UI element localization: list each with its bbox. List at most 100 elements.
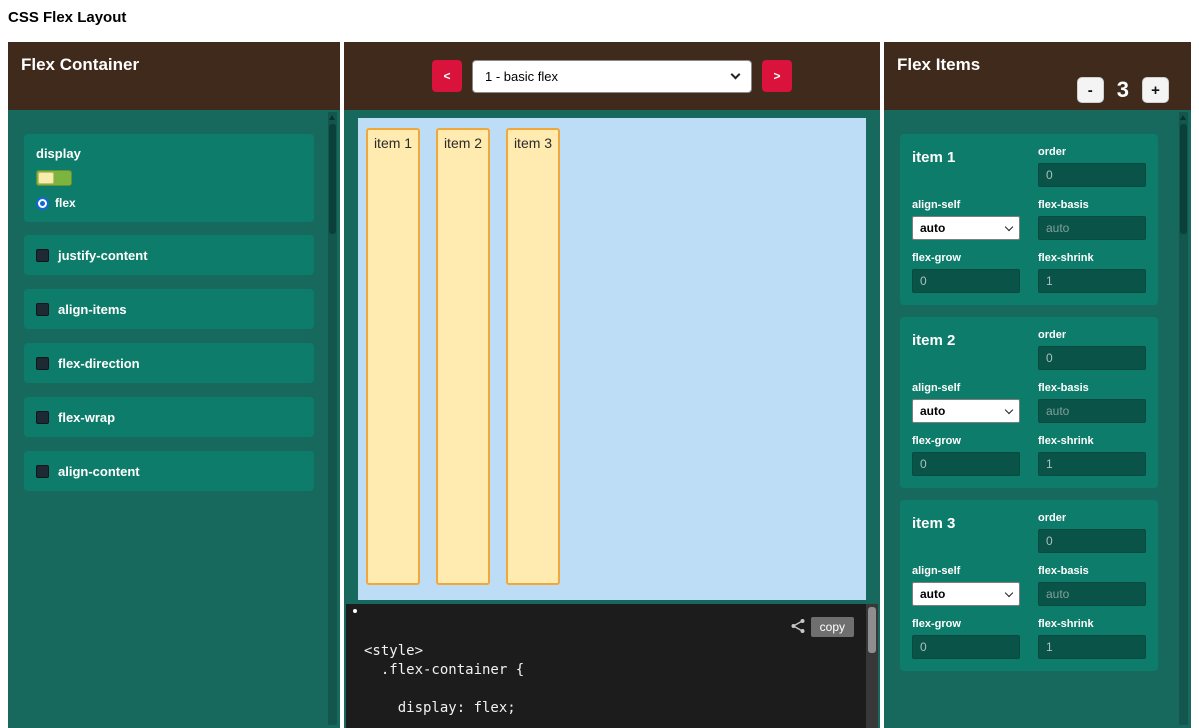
flex-shrink-label: flex-shrink [1038,618,1146,630]
chevron-down-icon [1005,588,1013,596]
align-self-value: auto [920,404,945,418]
order-label: order [1038,512,1146,524]
item-1-card: item 1 order align-self auto flex-basis [900,134,1158,305]
chevron-down-icon [731,69,741,79]
flex-shrink-label: flex-shrink [1038,252,1146,264]
flex-direction-checkbox[interactable] [36,357,49,370]
flex-shrink-input[interactable] [1038,452,1146,476]
code-scrollbar[interactable] [866,604,878,728]
flex-grow-input[interactable] [912,635,1020,659]
item-count-controls: - 3 + [1077,77,1169,103]
flex-items-scrollbar[interactable] [1179,112,1188,725]
order-field: order [1038,329,1146,370]
example-select[interactable]: 1 - basic flex [472,60,752,93]
chevron-down-icon [1005,222,1013,230]
flex-basis-input[interactable] [1038,216,1146,240]
code-line: .flex-container { [364,661,858,680]
order-field: order [1038,146,1146,187]
flex-container-panel: Flex Container display flex justify-cont… [8,42,340,728]
scrollbar-thumb[interactable] [329,124,336,234]
order-label: order [1038,329,1146,341]
add-item-button[interactable]: + [1142,77,1169,103]
flex-items-body: item 1 order align-self auto flex-basis [884,110,1191,728]
flex-wrap-card: flex-wrap [24,397,314,437]
align-content-card: align-content [24,451,314,491]
flex-item-2: item 2 [436,128,490,585]
example-toolbar: < 1 - basic flex > [344,42,880,110]
item-count: 3 [1117,77,1129,103]
align-items-checkbox[interactable] [36,303,49,316]
align-self-select[interactable]: auto [912,216,1020,240]
justify-content-label: justify-content [58,248,148,263]
chevron-down-icon [1005,405,1013,413]
preview-panel: < 1 - basic flex > item 1 item 2 item 3 [344,42,880,728]
flex-items-panel: Flex Items - 3 + item 1 order align-self… [884,42,1191,728]
scroll-up-icon[interactable] [1180,115,1186,120]
flex-grow-label: flex-grow [912,252,1020,264]
scroll-up-icon[interactable] [329,115,335,120]
flex-basis-label: flex-basis [1038,382,1146,394]
order-input[interactable] [1038,163,1146,187]
flex-shrink-field: flex-shrink [1038,252,1146,293]
align-self-field: align-self auto [912,199,1020,240]
flex-container-preview: item 1 item 2 item 3 [358,118,866,600]
flex-basis-label: flex-basis [1038,199,1146,211]
prev-example-button[interactable]: < [432,60,462,92]
justify-content-checkbox[interactable] [36,249,49,262]
code-panel: copy <style> .flex-container { display: … [346,604,878,728]
display-toggle[interactable] [36,170,72,186]
scrollbar-thumb[interactable] [1180,124,1187,234]
align-self-value: auto [920,221,945,235]
align-items-label: align-items [58,302,127,317]
code-line [364,680,858,699]
copy-button[interactable]: copy [811,617,854,637]
flex-item-1: item 1 [366,128,420,585]
order-input[interactable] [1038,529,1146,553]
flex-grow-input[interactable] [912,452,1020,476]
example-select-value: 1 - basic flex [485,69,558,84]
page-title: CSS Flex Layout [8,9,126,26]
flex-direction-card: flex-direction [24,343,314,383]
flex-basis-input[interactable] [1038,399,1146,423]
flex-grow-label: flex-grow [912,618,1020,630]
flex-shrink-label: flex-shrink [1038,435,1146,447]
remove-item-button[interactable]: - [1077,77,1104,103]
align-content-label: align-content [58,464,140,479]
flex-grow-input[interactable] [912,269,1020,293]
flex-wrap-label: flex-wrap [58,410,115,425]
share-icon[interactable] [790,618,806,634]
flex-basis-field: flex-basis [1038,565,1146,606]
order-field: order [1038,512,1146,553]
flex-basis-input[interactable] [1038,582,1146,606]
flex-basis-label: flex-basis [1038,565,1146,577]
code-scrollbar-thumb[interactable] [868,607,876,653]
item-card-title: item 2 [912,329,1020,370]
flex-wrap-checkbox[interactable] [36,411,49,424]
flex-grow-field: flex-grow [912,252,1020,293]
item-card-title: item 1 [912,146,1020,187]
align-self-select[interactable]: auto [912,399,1020,423]
align-self-value: auto [920,587,945,601]
display-card: display flex [24,134,314,222]
flex-basis-field: flex-basis [1038,199,1146,240]
flex-radio[interactable] [36,197,49,210]
align-self-select[interactable]: auto [912,582,1020,606]
align-content-checkbox[interactable] [36,465,49,478]
flex-items-title: Flex Items [897,55,980,75]
flex-shrink-field: flex-shrink [1038,435,1146,476]
flex-shrink-input[interactable] [1038,635,1146,659]
next-example-button[interactable]: > [762,60,792,92]
flex-shrink-input[interactable] [1038,269,1146,293]
flex-items-header: Flex Items - 3 + [884,42,1191,110]
order-label: order [1038,146,1146,158]
item-2-card: item 2 order align-self auto flex-basis [900,317,1158,488]
preview-body: item 1 item 2 item 3 copy <style> .flex-… [344,110,880,728]
align-self-label: align-self [912,382,1020,394]
code-line: <style> [364,642,858,661]
display-label: display [36,146,302,161]
order-input[interactable] [1038,346,1146,370]
toggle-knob-icon [38,172,54,184]
code-bullet-dot [353,609,357,613]
code-line: display: flex; [364,699,858,718]
flex-container-scrollbar[interactable] [328,112,337,725]
